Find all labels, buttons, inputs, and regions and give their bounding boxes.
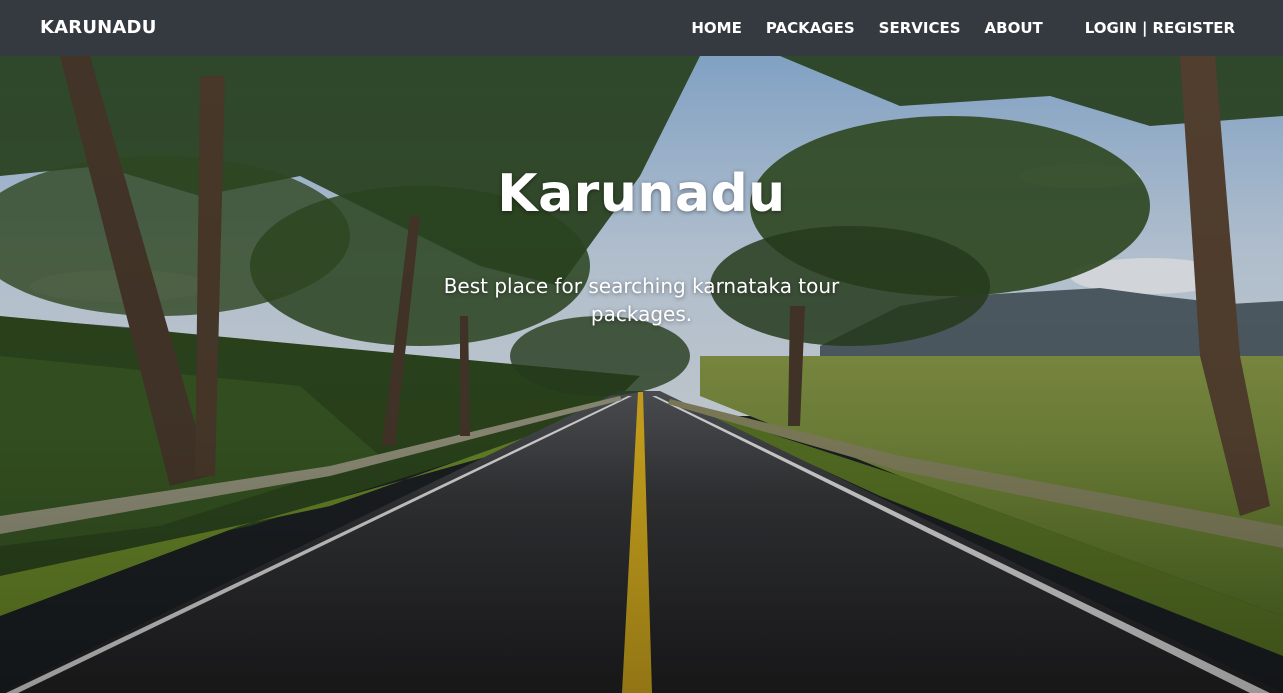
top-navbar: KARUNADU HOME PACKAGES SERVICES ABOUT LO… [0, 0, 1283, 56]
nav-link-packages[interactable]: PACKAGES [766, 19, 855, 37]
nav-link-about[interactable]: ABOUT [985, 19, 1043, 37]
nav-link-services[interactable]: SERVICES [879, 19, 961, 37]
auth-separator: | [1141, 19, 1148, 37]
login-link[interactable]: LOGIN [1085, 19, 1137, 37]
nav-link-home[interactable]: HOME [691, 19, 741, 37]
hero-background-image [0, 56, 1283, 693]
hero-section: Karunadu Best place for searching karnat… [0, 56, 1283, 693]
hero-subtitle: Best place for searching karnataka tour … [443, 274, 840, 326]
brand-logo-link[interactable]: KARUNADU [40, 17, 157, 38]
nav-menu: HOME PACKAGES SERVICES ABOUT LOGIN | REG… [691, 19, 1235, 37]
hero-title: Karunadu [497, 164, 786, 224]
register-link[interactable]: REGISTER [1152, 19, 1235, 37]
auth-links: LOGIN | REGISTER [1085, 19, 1235, 37]
